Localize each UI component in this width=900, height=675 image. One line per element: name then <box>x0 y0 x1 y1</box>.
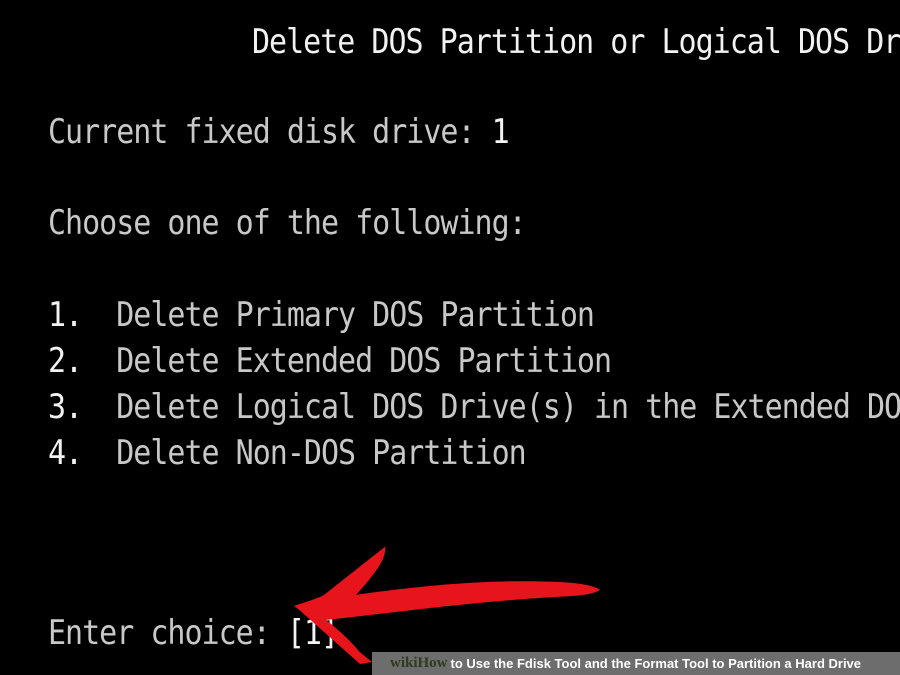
watermark-caption: to Use the Fdisk Tool and the Format Too… <box>450 656 862 671</box>
current-drive-value: 1 <box>491 112 510 153</box>
option-number: 1. <box>48 295 83 336</box>
menu-option-1[interactable]: 1. Delete Primary DOS Partition <box>48 295 595 336</box>
red-arrow-shaft <box>300 581 600 620</box>
wikihow-watermark: wiki How to Use the Fdisk Tool and the Fo… <box>372 652 900 675</box>
menu-option-3[interactable]: 3. Delete Logical DOS Drive(s) in the Ex… <box>48 387 900 428</box>
wikihow-logo: wiki How <box>390 655 448 671</box>
option-number: 2. <box>48 341 83 382</box>
option-number: 4. <box>48 433 83 474</box>
dos-fdisk-screen: Delete DOS Partition or Logical DOS Driv… <box>0 0 900 675</box>
menu-option-2[interactable]: 2. Delete Extended DOS Partition <box>48 341 612 382</box>
current-drive-label: Current fixed disk drive: <box>48 112 492 153</box>
red-arrow-head-top <box>310 546 386 606</box>
choose-prompt: Choose one of the following: <box>48 203 527 244</box>
screen-title: Delete DOS Partition or Logical DOS Driv… <box>252 22 900 63</box>
option-label: Delete Extended DOS Partition <box>116 341 612 382</box>
option-label: Delete Non-DOS Partition <box>116 433 526 474</box>
red-arrow-icon <box>294 546 600 664</box>
enter-choice-line: Enter choice: [1] <box>48 613 339 654</box>
current-drive-line: Current fixed disk drive: 1 <box>48 112 510 153</box>
enter-choice-label: Enter choice: <box>48 613 287 654</box>
option-label: Delete Logical DOS Drive(s) in the Exten… <box>116 387 900 428</box>
option-number: 3. <box>48 387 83 428</box>
option-label: Delete Primary DOS Partition <box>116 295 595 336</box>
enter-choice-input[interactable]: [1] <box>287 614 339 653</box>
menu-option-4[interactable]: 4. Delete Non-DOS Partition <box>48 433 527 474</box>
